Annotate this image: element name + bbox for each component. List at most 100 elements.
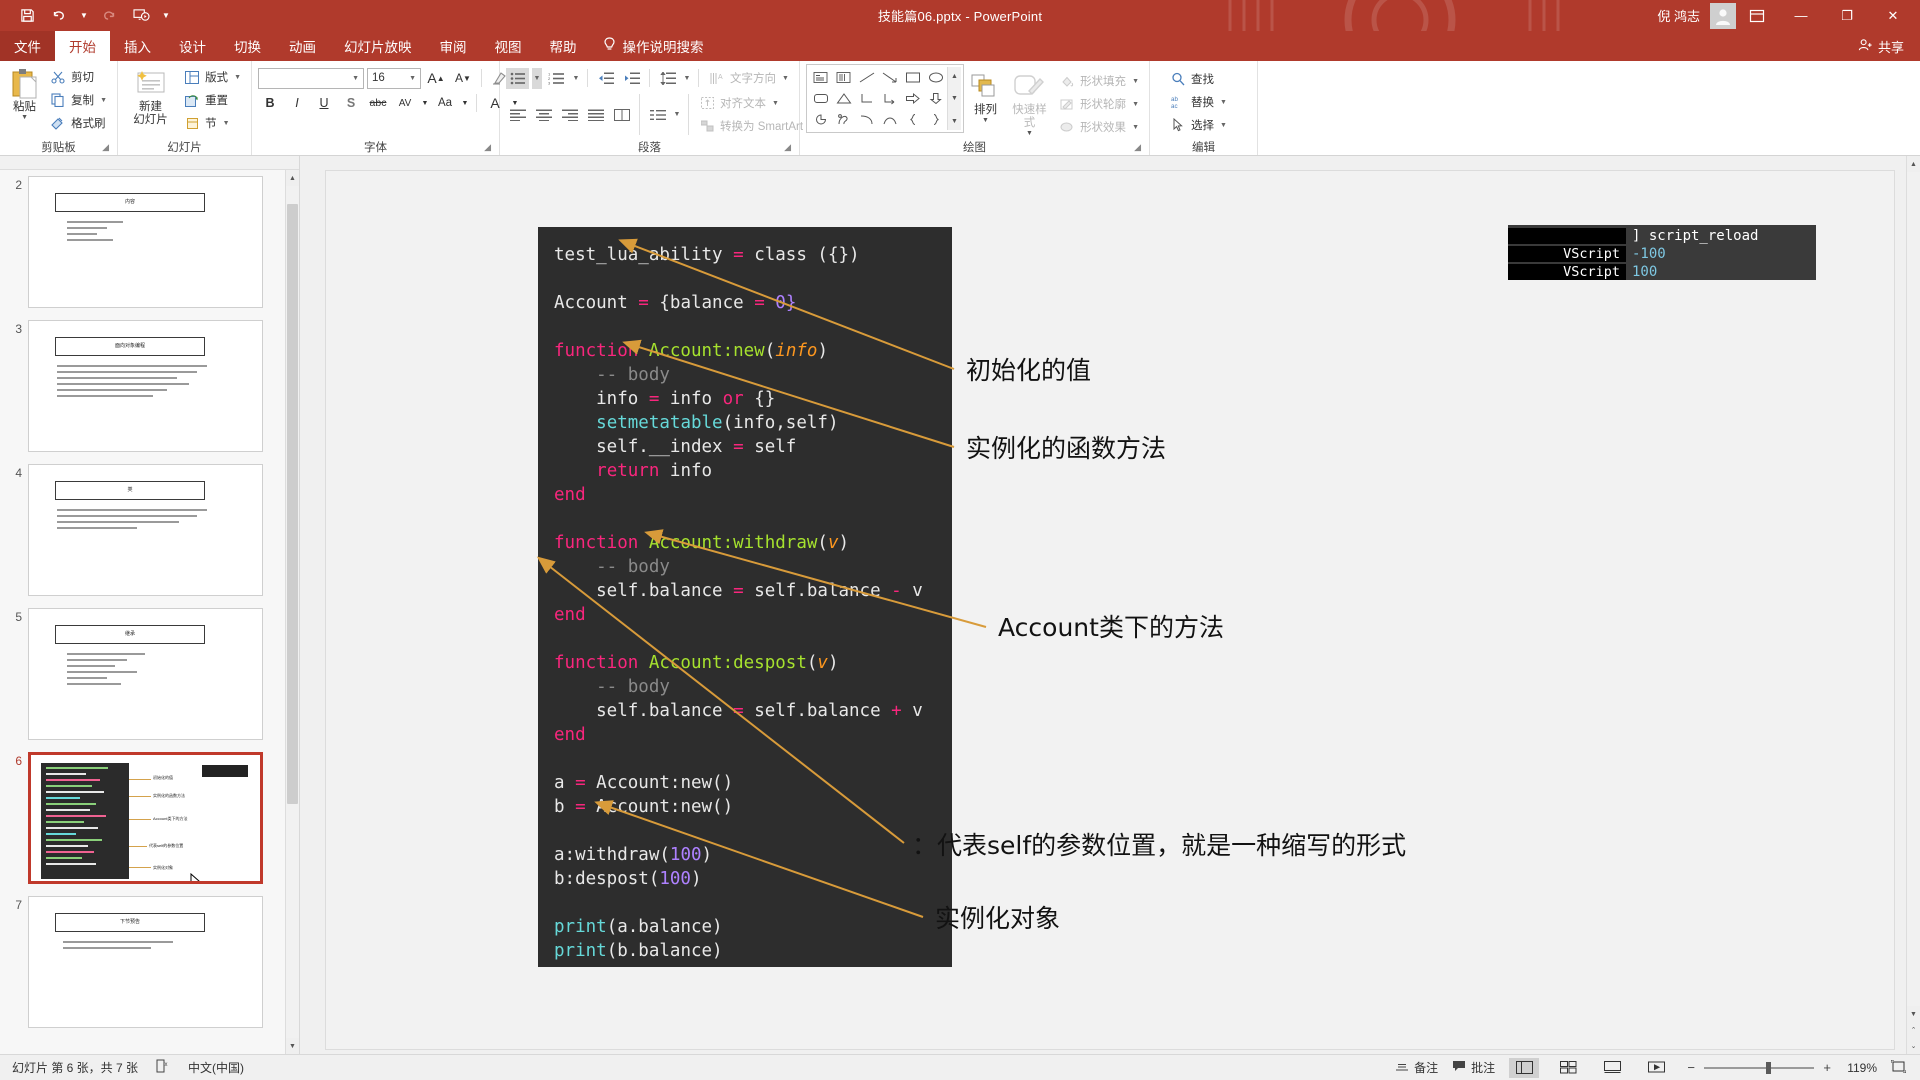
align-right-button[interactable] bbox=[558, 104, 581, 125]
tab-help[interactable]: 帮助 bbox=[536, 31, 591, 61]
shape-fill-button[interactable]: 形状填充 ▼ bbox=[1055, 70, 1143, 92]
quick-styles-button[interactable]: 快速样式 ▼ bbox=[1007, 64, 1052, 138]
shape-triangle-icon[interactable] bbox=[832, 88, 855, 109]
shape-down-arrow-icon[interactable] bbox=[924, 88, 947, 109]
zoom-out-button[interactable]: − bbox=[1685, 1060, 1697, 1075]
slide-canvas[interactable]: test_lua_ability = class ({}) Account = … bbox=[325, 170, 1895, 1050]
customize-qat-chevron-down-icon[interactable]: ▼ bbox=[158, 3, 174, 29]
slide-sorter-view-button[interactable] bbox=[1553, 1058, 1583, 1078]
thumbnail-row[interactable]: 5 继承 bbox=[0, 608, 285, 752]
increase-indent-button[interactable] bbox=[620, 68, 643, 89]
align-left-button[interactable] bbox=[506, 104, 529, 125]
zoom-in-button[interactable]: + bbox=[1821, 1060, 1833, 1075]
numbering-chevron-down-icon[interactable]: ▼ bbox=[571, 68, 581, 89]
shape-ellipse-icon[interactable] bbox=[924, 67, 947, 88]
columns-button[interactable] bbox=[610, 104, 633, 125]
zoom-slider[interactable]: − + bbox=[1685, 1060, 1833, 1075]
redo-icon[interactable] bbox=[94, 3, 124, 29]
shape-left-brace-icon[interactable] bbox=[901, 109, 924, 130]
tab-slideshow[interactable]: 幻灯片放映 bbox=[330, 31, 426, 61]
slide-pane-scrollbar[interactable]: ▲ ▼ ⌃ ⌄ bbox=[1906, 156, 1920, 1054]
share-button[interactable]: 共享 bbox=[1848, 31, 1920, 61]
format-painter-button[interactable]: 格式刷 bbox=[46, 112, 111, 134]
change-case-button[interactable]: Aa bbox=[433, 92, 457, 114]
change-case-chevron-down-icon[interactable]: ▼ bbox=[460, 92, 470, 114]
clipboard-dialog-launcher[interactable]: ◢ bbox=[102, 142, 109, 153]
shapes-gallery-scrollbar[interactable]: ▲ ▼ ▼ bbox=[947, 67, 961, 130]
line-spacing-chevron-down-icon[interactable]: ▼ bbox=[682, 68, 692, 89]
reset-button[interactable]: 重置 bbox=[180, 89, 245, 111]
comments-button[interactable]: 批注 bbox=[1452, 1059, 1495, 1076]
shapes-gallery[interactable]: ▲ ▼ ▼ bbox=[806, 64, 964, 133]
shape-freeform-icon[interactable] bbox=[832, 109, 855, 130]
shape-elbow-arrow-icon[interactable] bbox=[878, 88, 901, 109]
slideshow-icon[interactable] bbox=[126, 3, 156, 29]
zoom-level-label[interactable]: 119% bbox=[1847, 1061, 1877, 1075]
text-direction-button[interactable]: A 文字方向 ▼ bbox=[705, 67, 793, 89]
justify-button[interactable] bbox=[584, 104, 607, 125]
arrange-chevron-down-icon[interactable]: ▼ bbox=[982, 117, 989, 125]
shape-right-brace-icon[interactable] bbox=[924, 109, 947, 130]
copy-chevron-down-icon[interactable]: ▼ bbox=[100, 97, 107, 104]
line-spacing-button[interactable] bbox=[656, 68, 679, 89]
accessibility-icon[interactable]: x bbox=[156, 1059, 170, 1076]
shape-fill-chevron-down-icon[interactable]: ▼ bbox=[1132, 78, 1139, 85]
thumbnail-row-selected[interactable]: 6 初始化的值 实例化的函数方法 Account类下的方法 代表self的参数位… bbox=[0, 752, 285, 896]
shape-arrow-icon[interactable] bbox=[878, 67, 901, 88]
paste-chevron-down-icon[interactable]: ▼ bbox=[21, 114, 28, 122]
decrease-font-size-button[interactable]: A ▼ bbox=[451, 67, 475, 89]
slide-thumbnail-selected[interactable]: 初始化的值 实例化的函数方法 Account类下的方法 代表self的参数位置 … bbox=[28, 752, 263, 884]
shape-line-icon[interactable] bbox=[855, 67, 878, 88]
select-button[interactable]: 选择 ▼ bbox=[1166, 114, 1231, 136]
shape-right-arrow-icon[interactable] bbox=[901, 88, 924, 109]
increase-font-size-button[interactable]: A ▲ bbox=[424, 67, 448, 89]
slide-scroll-up-icon[interactable]: ▲ bbox=[1907, 156, 1920, 172]
thumbnail-row[interactable]: 4 类 bbox=[0, 464, 285, 608]
font-name-combobox[interactable]: ▼ bbox=[258, 67, 364, 89]
slide-thumbnail[interactable]: 面向对象编程 bbox=[28, 320, 263, 452]
new-slide-button[interactable]: 新建 幻灯片 bbox=[124, 64, 177, 127]
shapes-scroll-up-icon[interactable]: ▲ bbox=[951, 67, 958, 85]
save-icon[interactable] bbox=[12, 3, 42, 29]
slide-thumbnail[interactable]: 下节预告 bbox=[28, 896, 263, 1028]
slide-next-icon[interactable]: ⌄ bbox=[1907, 1038, 1920, 1054]
italic-button[interactable]: I bbox=[285, 92, 309, 114]
slide-thumbnail[interactable]: 内容 bbox=[28, 176, 263, 308]
slide-thumbnail-list[interactable]: 2 内容 3 面向对象编程 4 类 5 继承 6 初始化的值 实例化的函数方法 … bbox=[0, 170, 285, 1054]
minimize-button[interactable]: — bbox=[1778, 0, 1824, 31]
language-label[interactable]: 中文(中国) bbox=[188, 1059, 244, 1076]
thumbnail-scrollbar[interactable]: ▲ ▼ bbox=[285, 170, 299, 1054]
select-chevron-down-icon[interactable]: ▼ bbox=[1220, 122, 1227, 129]
numbering-button[interactable]: 123 bbox=[545, 68, 568, 89]
fit-slide-icon[interactable] bbox=[1890, 1059, 1907, 1076]
tab-file[interactable]: 文件 bbox=[0, 31, 55, 61]
shape-outline-button[interactable]: 形状轮廓 ▼ bbox=[1055, 93, 1143, 115]
close-button[interactable]: ✕ bbox=[1870, 0, 1916, 31]
shape-arc-icon[interactable] bbox=[878, 109, 901, 130]
section-button[interactable]: 节 ▼ bbox=[180, 112, 245, 134]
replace-chevron-down-icon[interactable]: ▼ bbox=[1220, 99, 1227, 106]
thumbnail-row[interactable]: 7 下节预告 bbox=[0, 896, 285, 1040]
shapes-more-icon[interactable]: ▼ bbox=[951, 112, 958, 130]
font-dialog-launcher[interactable]: ◢ bbox=[484, 142, 491, 153]
decrease-indent-button[interactable] bbox=[594, 68, 617, 89]
shape-vertical-textbox-icon[interactable] bbox=[832, 67, 855, 88]
strikethrough-button[interactable]: abc bbox=[366, 92, 390, 114]
quick-styles-chevron-down-icon[interactable]: ▼ bbox=[1026, 130, 1033, 138]
underline-button[interactable]: U bbox=[312, 92, 336, 114]
font-name-chevron-down-icon[interactable]: ▼ bbox=[352, 75, 359, 82]
find-button[interactable]: 查找 bbox=[1166, 68, 1231, 90]
shape-rectangle-icon[interactable] bbox=[901, 67, 924, 88]
shape-elbow-connector-icon[interactable] bbox=[855, 88, 878, 109]
avatar[interactable] bbox=[1710, 2, 1736, 29]
slide-previous-icon[interactable]: ⌃ bbox=[1907, 1022, 1920, 1038]
bullets-button[interactable] bbox=[506, 67, 529, 89]
font-size-combobox[interactable]: 16 ▼ bbox=[367, 67, 421, 89]
normal-view-button[interactable] bbox=[1509, 1057, 1540, 1078]
replace-button[interactable]: ab ac 替换 ▼ bbox=[1166, 91, 1231, 113]
tab-home[interactable]: 开始 bbox=[55, 31, 110, 61]
ribbon-display-options-icon[interactable] bbox=[1736, 0, 1778, 31]
shape-outline-chevron-down-icon[interactable]: ▼ bbox=[1132, 101, 1139, 108]
text-shadow-button[interactable]: S bbox=[339, 92, 363, 114]
drawing-dialog-launcher[interactable]: ◢ bbox=[1134, 142, 1141, 153]
